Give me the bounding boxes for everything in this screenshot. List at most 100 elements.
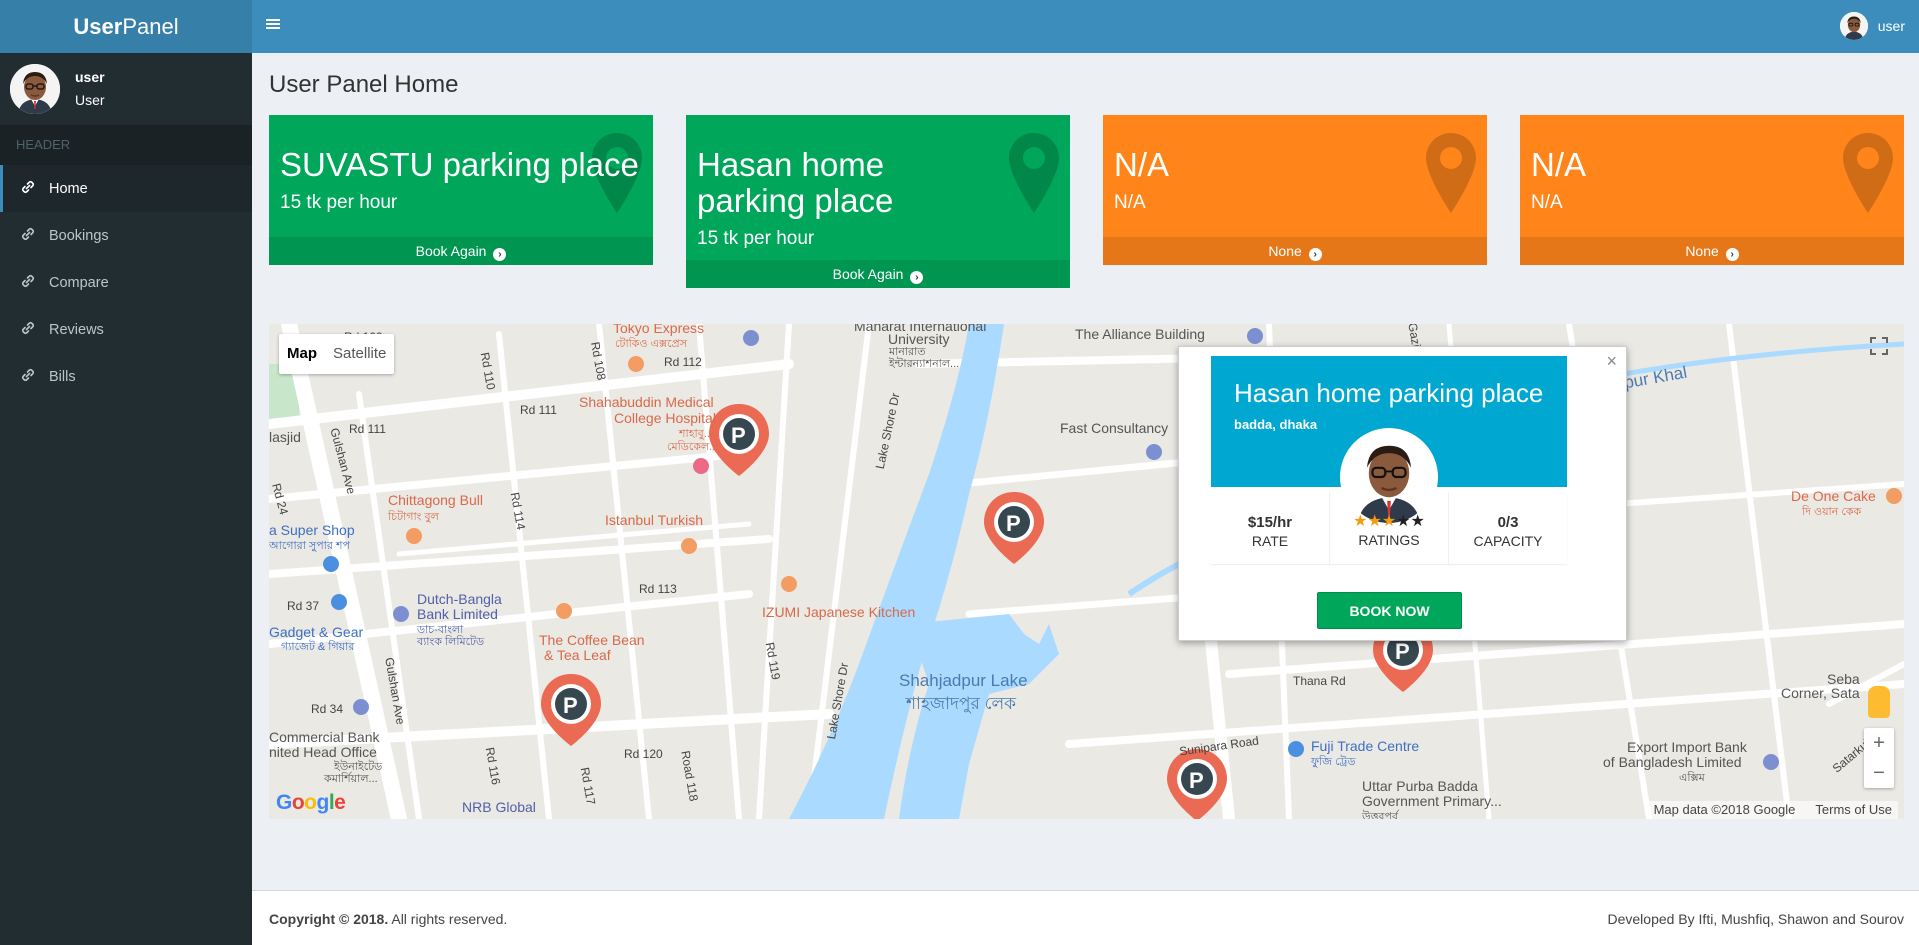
info-window-title: Hasan home parking place: [1234, 378, 1544, 408]
none-link[interactable]: None ›: [1103, 237, 1487, 265]
navbar-user-menu[interactable]: user: [1839, 12, 1905, 40]
map-data-text: Map data ©2018 Google: [1653, 802, 1796, 817]
capacity-stat: 0/3 CAPACITY: [1449, 492, 1567, 564]
copyright: Copyright © 2018. All rights reserved.: [269, 911, 507, 927]
sidebar-user-role: User: [75, 92, 105, 108]
map-poi-label: Export Import Bank: [1627, 739, 1747, 755]
sidebar: User Panel user User HEADER Home Booking…: [0, 0, 252, 945]
zoom-in-button[interactable]: +: [1864, 728, 1894, 758]
pegman-icon[interactable]: [1868, 686, 1890, 718]
parking-marker-icon[interactable]: P: [1006, 511, 1021, 537]
map-poi-label: De One Cake: [1791, 488, 1876, 504]
sidebar-item-bills[interactable]: Bills: [0, 353, 252, 400]
zoom-out-button[interactable]: −: [1864, 758, 1894, 788]
avatar: [10, 64, 60, 114]
sidebar-item-label: Bills: [49, 368, 76, 385]
star-icon: ★: [1381, 513, 1397, 530]
map-poi-label: ফুজি ট্রেড: [1311, 756, 1356, 768]
map-poi-label: lasjid: [269, 429, 301, 445]
map-poi-label: Bank Limited: [417, 606, 498, 622]
map-poi-label: Commercial Bank: [269, 729, 380, 745]
map-poi-label: College Hospital: [614, 410, 716, 426]
terms-of-use-link[interactable]: Terms of Use: [1815, 802, 1892, 817]
sidebar-user-name: user: [75, 69, 105, 85]
page-footer: Copyright © 2018. All rights reserved. D…: [252, 890, 1919, 945]
map-road-label: Rd 37: [287, 599, 320, 613]
map-poi-label: Corner, Sata: [1781, 685, 1860, 701]
copyright-bold: Copyright © 2018.: [269, 911, 389, 927]
map-attribution: Map data ©2018 Google Terms of Use: [1647, 801, 1898, 819]
map-poi-label: The Alliance Building: [1075, 326, 1205, 342]
map-road-label: Rd 34: [311, 702, 344, 716]
map-poi-label: NRB Global: [462, 799, 536, 815]
sidebar-item-compare[interactable]: Compare: [0, 259, 252, 306]
arrow-circle-right-icon: ›: [1308, 248, 1322, 261]
top-navbar: user: [252, 0, 1919, 53]
map-water-label: Shahjadpur Lake: [899, 671, 1028, 690]
book-again-link[interactable]: Book Again ›: [269, 237, 653, 265]
map-poi-label: Chittagong Bull: [388, 492, 483, 508]
map-poi-label: Shahabuddin Medical: [579, 394, 714, 410]
map-poi-label: ব্যাংক লিমিটেড: [417, 636, 485, 648]
link-icon: [21, 368, 37, 385]
arrow-circle-right-icon: ›: [1725, 248, 1739, 261]
parking-marker-icon[interactable]: P: [731, 423, 746, 449]
map-poi-label: & Tea Leaf: [544, 647, 611, 663]
map-poi-label: Fuji Trade Centre: [1311, 738, 1420, 754]
parking-marker-icon[interactable]: P: [1189, 768, 1204, 794]
card-subtitle: 15 tk per hour: [280, 192, 398, 213]
logo-rest-text: Panel: [122, 13, 179, 39]
hamburger-icon[interactable]: [266, 14, 280, 37]
star-icon: ★: [1367, 513, 1382, 530]
link-icon: [21, 180, 37, 197]
close-icon[interactable]: ×: [1606, 351, 1617, 372]
parking-marker-icon[interactable]: P: [1395, 639, 1410, 665]
parking-card: N/A N/A None ›: [1520, 115, 1904, 265]
parking-marker-icon[interactable]: P: [563, 693, 578, 719]
map-poi-label: Uttar Purba Badda: [1362, 778, 1478, 794]
info-window-stats: $15/hr RATE ★★★★★ RATINGS 0/3 CAPACITY: [1211, 492, 1567, 564]
map-poi-label: টোকিও এক্সপ্রেস: [615, 338, 687, 350]
map-poi-label: Government Primary...: [1362, 793, 1502, 809]
sidebar-item-bookings[interactable]: Bookings: [0, 212, 252, 259]
zoom-control: + −: [1864, 728, 1894, 788]
map-poi-label: ইন্টারন্যাশনাল...: [889, 358, 960, 370]
user-info: user User: [75, 66, 105, 112]
link-icon: [21, 227, 37, 244]
parking-card: SUVASTU parking place 15 tk per hour Boo…: [269, 115, 653, 265]
star-icon: ★: [1410, 513, 1425, 530]
ratings-label: RATINGS: [1358, 532, 1420, 548]
capacity-value: 0/3: [1497, 514, 1519, 531]
map-poi-label: গ্যাজেট & গিয়ার: [281, 641, 355, 653]
map-road-label: Rd 112: [664, 355, 702, 369]
map-water-label: শাহজাদপুর লেক: [906, 694, 1017, 713]
map-type-control: Map Satellite: [279, 334, 395, 374]
map-info-window: × Hasan home parking place badda, dhaka …: [1178, 346, 1627, 641]
book-again-link[interactable]: Book Again ›: [686, 260, 1070, 288]
card-title: N/A: [1531, 146, 1587, 183]
app-logo[interactable]: User Panel: [0, 0, 252, 53]
navbar-user-name: user: [1877, 18, 1905, 34]
book-now-button[interactable]: BOOK NOW: [1317, 592, 1462, 629]
parking-card: Hasan home parking place 15 tk per hour …: [686, 115, 1070, 288]
card-link-label: Book Again: [415, 243, 487, 259]
map-type-map-button[interactable]: Map: [279, 334, 325, 374]
credits: Developed By Ifti, Mushfiq, Shawon and S…: [1607, 911, 1904, 927]
map-road-label: Rd 111: [349, 422, 386, 436]
sidebar-item-reviews[interactable]: Reviews: [0, 306, 252, 353]
ratings-stat: ★★★★★ RATINGS: [1330, 492, 1449, 564]
rate-label: RATE: [1251, 533, 1289, 549]
google-map[interactable]: Tokyo Express টোকিও এক্সপ্রেস Maharat In…: [269, 324, 1904, 819]
map-type-satellite-button[interactable]: Satellite: [325, 334, 394, 374]
none-link[interactable]: None ›: [1520, 237, 1904, 265]
map-road-label: Rd 111: [520, 403, 557, 417]
map-poi-label: a Super Shop: [269, 522, 355, 538]
avatar: [1839, 12, 1868, 40]
link-icon: [21, 321, 37, 338]
sidebar-item-home[interactable]: Home: [0, 165, 252, 212]
card-link-label: None: [1685, 243, 1719, 259]
fullscreen-icon[interactable]: [1864, 334, 1894, 364]
card-subtitle: 15 tk per hour: [697, 228, 815, 249]
card-link-label: None: [1268, 243, 1302, 259]
map-poi-label: IZUMI Japanese Kitchen: [762, 604, 916, 620]
